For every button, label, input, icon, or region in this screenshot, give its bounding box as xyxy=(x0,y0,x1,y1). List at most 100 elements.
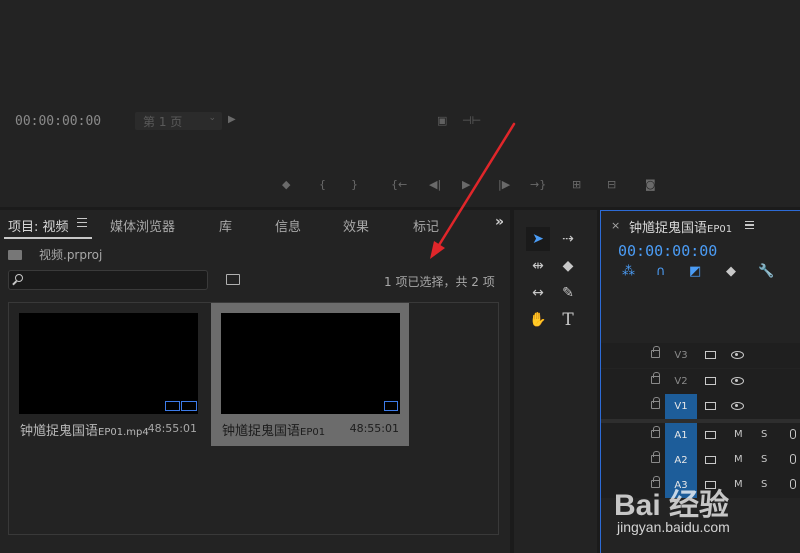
toggle-sync-icon[interactable] xyxy=(705,351,716,359)
pen-tool-icon[interactable]: ✎ xyxy=(556,281,580,305)
mark-out-icon[interactable]: } xyxy=(351,178,358,191)
lock-icon[interactable] xyxy=(651,372,660,384)
sequence-tab-title[interactable]: 钟馗捉鬼国语EP01 xyxy=(629,217,732,236)
go-to-in-icon[interactable]: {← xyxy=(391,178,407,191)
tab-markers[interactable]: 标记 xyxy=(413,216,439,235)
timeline-menu-icon[interactable] xyxy=(745,221,754,229)
microphone-icon[interactable] xyxy=(790,454,796,464)
baidu-watermark-logo: Bai 经验 xyxy=(614,489,730,522)
step-back-icon[interactable]: ◀| xyxy=(429,178,441,191)
close-icon[interactable]: × xyxy=(611,219,620,232)
media-clip-card[interactable]: 钟馗捉鬼国语EP01.mp4 48:55:01 xyxy=(9,303,207,446)
mute-button[interactable]: M xyxy=(734,429,743,440)
solo-button[interactable]: S xyxy=(761,454,767,465)
sequence-badge-icon xyxy=(384,401,398,411)
monitor-timecode[interactable]: 00:00:00:00 xyxy=(15,114,101,129)
search-icon xyxy=(15,274,23,282)
microphone-icon[interactable] xyxy=(790,429,796,439)
new-search-bin-icon[interactable] xyxy=(226,274,240,285)
type-tool-icon[interactable]: T xyxy=(556,308,580,332)
microphone-icon[interactable] xyxy=(790,479,796,489)
solo-button[interactable]: S xyxy=(761,479,767,490)
lock-icon[interactable] xyxy=(651,346,660,358)
snap-icon[interactable]: ∩ xyxy=(656,264,666,279)
mute-button[interactable]: M xyxy=(734,454,743,465)
lock-icon[interactable] xyxy=(651,397,660,409)
toggle-sync-icon[interactable] xyxy=(705,456,716,464)
play-icon[interactable]: ▶ xyxy=(462,178,470,191)
track-select-tool-icon[interactable]: ⇢ xyxy=(556,227,580,251)
sequence-name: 钟馗捉鬼国语EP01 xyxy=(222,424,326,439)
track-label[interactable]: V2 xyxy=(665,369,697,394)
slip-tool-icon[interactable]: ↔ xyxy=(526,281,550,305)
track-v1: V1 xyxy=(601,394,800,419)
insert-icon[interactable]: ⊞ xyxy=(572,178,581,191)
clip-duration: 48:55:01 xyxy=(147,422,197,435)
play-small-icon[interactable]: ▶ xyxy=(228,114,236,125)
tab-media-browser[interactable]: 媒体浏览器 xyxy=(110,216,175,235)
track-a1: A1 M S xyxy=(601,423,800,448)
folder-icon xyxy=(8,250,22,260)
page-select-label: 第 1 页 xyxy=(143,115,183,129)
track-v2: V2 xyxy=(601,369,800,394)
selection-tool-icon[interactable]: ➤ xyxy=(526,227,550,251)
search-input[interactable] xyxy=(8,270,208,290)
page-select[interactable]: 第 1 页 ⌄ xyxy=(135,112,222,130)
timeline-timecode[interactable]: 00:00:00:00 xyxy=(618,242,717,260)
step-forward-icon[interactable]: |▶ xyxy=(498,178,510,191)
baidu-watermark-url: jingyan.baidu.com xyxy=(617,519,730,535)
clip-name: 钟馗捉鬼国语EP01.mp4 xyxy=(20,424,149,439)
clip-thumbnail[interactable] xyxy=(19,313,198,414)
panel-menu-icon[interactable] xyxy=(77,218,87,227)
track-label[interactable]: V1 xyxy=(665,394,697,419)
toggle-sync-icon[interactable] xyxy=(705,402,716,410)
track-a2: A2 M S xyxy=(601,448,800,473)
solo-button[interactable]: S xyxy=(761,429,767,440)
overwrite-icon[interactable]: ⊟ xyxy=(607,178,616,191)
lock-icon[interactable] xyxy=(651,426,660,438)
hand-tool-icon[interactable]: ✋ xyxy=(526,308,550,332)
mute-button[interactable]: M xyxy=(734,479,743,490)
track-label[interactable]: V3 xyxy=(665,343,697,368)
eye-icon[interactable] xyxy=(731,377,744,385)
tab-libraries[interactable]: 库 xyxy=(219,216,232,235)
program-monitor: 00:00:00:00 第 1 页 ⌄ ▶ ▣ ⊣⊢ ◆ { } {← ◀| ▶… xyxy=(0,0,800,207)
settings-icon[interactable]: ▣ xyxy=(437,114,447,127)
ripple-edit-tool-icon[interactable]: ⇹ xyxy=(526,254,550,278)
more-tabs-icon[interactable]: » xyxy=(495,214,504,230)
lock-icon[interactable] xyxy=(651,451,660,463)
linked-selection-icon[interactable]: ◩ xyxy=(689,264,701,279)
eye-icon[interactable] xyxy=(731,351,744,359)
chevron-down-icon: ⌄ xyxy=(208,113,216,123)
selection-status: 1 项已选择，共 2 项 xyxy=(384,275,495,289)
track-label[interactable]: A2 xyxy=(665,448,697,473)
playhead-icon[interactable]: ⊣⊢ xyxy=(462,114,481,127)
add-marker-icon[interactable]: ◆ xyxy=(726,264,736,279)
tab-project[interactable]: 项目: 视频 xyxy=(8,216,69,235)
track-v3: V3 xyxy=(601,343,800,368)
mark-in-icon[interactable]: { xyxy=(319,178,326,191)
video-badge-icon xyxy=(165,401,180,411)
project-tabs: 项目: 视频 媒体浏览器 库 信息 效果 标记 » xyxy=(0,210,510,239)
tab-effects[interactable]: 效果 xyxy=(343,216,369,235)
project-file-name: 视频.prproj xyxy=(39,248,103,262)
track-label[interactable]: A1 xyxy=(665,423,697,448)
sequence-thumbnail[interactable] xyxy=(221,313,400,414)
active-tab-underline xyxy=(4,237,92,239)
tools-panel: ➤ ⇢ ⇹ ◆ ↔ ✎ ✋ T xyxy=(514,210,597,553)
project-items-grid: 钟馗捉鬼国语EP01.mp4 48:55:01 钟馗捉鬼国语EP01 48:55… xyxy=(8,302,499,535)
toggle-sync-icon[interactable] xyxy=(705,431,716,439)
audio-badge-icon xyxy=(181,401,197,411)
wrench-icon[interactable]: 🔧 xyxy=(758,264,774,279)
toggle-sync-icon[interactable] xyxy=(705,377,716,385)
camera-icon[interactable]: ◙ xyxy=(645,178,656,191)
go-to-out-icon[interactable]: →} xyxy=(530,178,546,191)
nest-icon[interactable]: ⁂ xyxy=(622,264,635,279)
sequence-duration: 48:55:01 xyxy=(349,422,399,435)
razor-tool-icon[interactable]: ◆ xyxy=(556,254,580,278)
eye-icon[interactable] xyxy=(731,402,744,410)
add-marker-icon[interactable]: ◆ xyxy=(282,178,290,191)
tab-info[interactable]: 信息 xyxy=(275,216,301,235)
sequence-card[interactable]: 钟馗捉鬼国语EP01 48:55:01 xyxy=(211,303,409,446)
project-panel: 项目: 视频 媒体浏览器 库 信息 效果 标记 » 视频.prproj 1 项已… xyxy=(0,210,510,553)
